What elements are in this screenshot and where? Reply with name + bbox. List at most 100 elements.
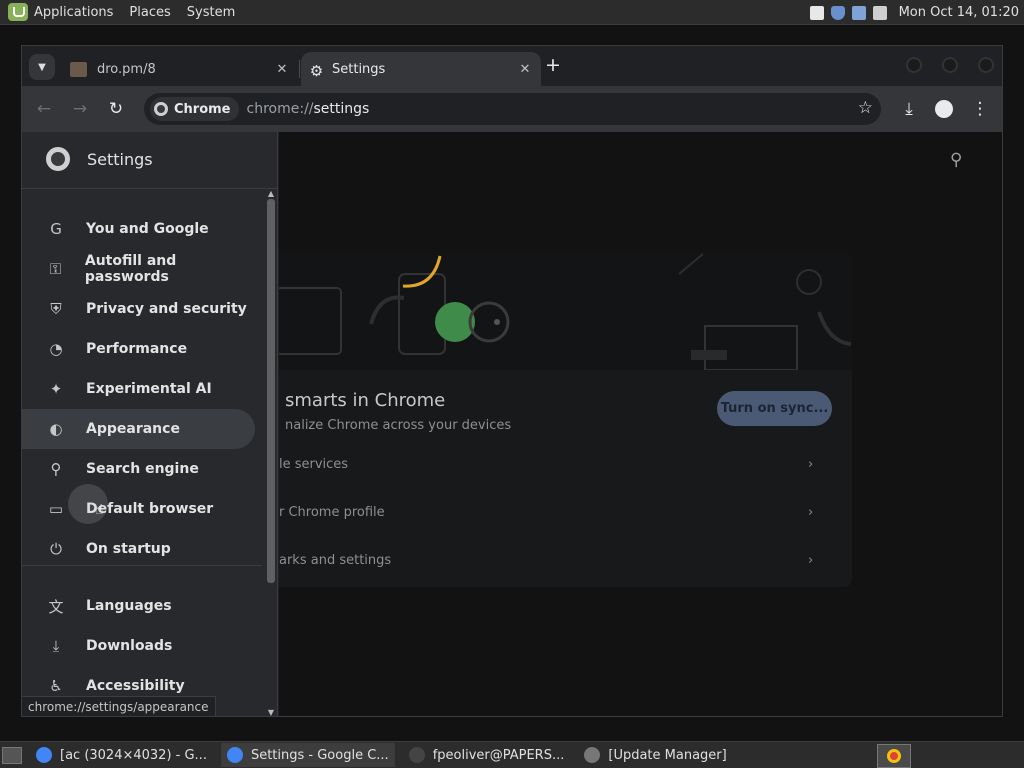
tab-dro[interactable]: dro.pm/8 ✕ <box>62 52 298 86</box>
toolbar: ← → ↻ Chrome chrome://settings ☆ ⤓ ⋮ <box>22 86 1002 132</box>
address-bar[interactable]: Chrome chrome://settings ☆ <box>144 93 881 125</box>
chrome-logo-icon <box>46 147 70 171</box>
scroll-thumb[interactable] <box>267 199 275 583</box>
bookmark-star-icon[interactable]: ☆ <box>858 98 873 118</box>
row-label: arks and settings <box>279 552 392 568</box>
settings-title: Settings <box>87 150 153 169</box>
tab-settings[interactable]: ⚙ Settings ✕ <box>301 52 541 86</box>
chrome-chip[interactable]: Chrome <box>150 97 239 121</box>
reload-button[interactable]: ↻ <box>103 96 129 122</box>
sidebar-item-performance[interactable]: ◔ Performance <box>22 329 255 369</box>
sidebar-item-privacy-and-security[interactable]: ⛨ Privacy and security <box>22 289 255 329</box>
card-title: smarts in Chrome <box>285 390 446 411</box>
chevron-right-icon: › <box>808 504 814 520</box>
speedometer-icon: ◔ <box>49 340 63 358</box>
settings-row[interactable]: le services › <box>279 440 852 488</box>
tab-search-button[interactable]: ▼ <box>29 54 55 80</box>
settings-row[interactable]: arks and settings › <box>279 536 852 584</box>
chip-label: Chrome <box>174 101 231 117</box>
google-icon: G <box>50 220 62 238</box>
browser-window: ▼ dro.pm/8 ✕ ⚙ Settings ✕ + ← → ↻ Chrome… <box>21 45 1003 717</box>
volume-icon[interactable] <box>872 5 887 20</box>
task-label: [ac (3024×4032) - G... <box>60 747 207 763</box>
maximize-button[interactable] <box>942 57 958 73</box>
sidebar-item-autofill-and-passwords[interactable]: ⚿ Autofill and passwords <box>22 249 255 289</box>
close-window-button[interactable] <box>978 57 994 73</box>
chrome-icon <box>154 102 168 116</box>
sidebar-item-appearance[interactable]: ◐ Appearance <box>22 409 255 449</box>
turn-on-sync-button[interactable]: Turn on sync... <box>717 391 832 426</box>
taskbar-task[interactable]: fpeoliver@PAPERS... <box>403 743 571 767</box>
mint-menu-icon[interactable] <box>8 3 28 21</box>
task-label: fpeoliver@PAPERS... <box>432 747 565 763</box>
notification-icon[interactable] <box>809 5 824 20</box>
tab-separator <box>299 60 300 78</box>
app-icon <box>36 747 52 763</box>
app-icon <box>584 747 601 763</box>
sync-illustration <box>279 252 852 370</box>
illustration-svg <box>279 253 852 370</box>
new-tab-button[interactable]: + <box>542 55 564 77</box>
sync-card: smarts in Chrome nalize Chrome across yo… <box>279 252 852 587</box>
sidebar-item-default-browser[interactable]: ▭ Default browser <box>22 489 255 529</box>
sidebar-item-label: Downloads <box>86 638 173 654</box>
close-icon[interactable]: ✕ <box>272 62 292 77</box>
taskbar-task[interactable]: Settings - Google C... <box>220 743 395 767</box>
sidebar-item-experimental-ai[interactable]: ✦ Experimental AI <box>22 369 255 409</box>
forward-button[interactable]: → <box>67 96 93 122</box>
sidebar-item-label: Languages <box>86 598 172 614</box>
system-tray: Mon Oct 14, 01:20 <box>803 0 1024 25</box>
task-label: Settings - Google C... <box>250 747 389 763</box>
sidebar-item-languages[interactable]: 文 Languages <box>22 586 255 626</box>
url-text[interactable]: chrome://settings <box>247 101 370 117</box>
translate-icon: 文 <box>48 597 64 616</box>
workspace-switcher[interactable] <box>877 744 911 768</box>
back-button[interactable]: ← <box>31 96 57 122</box>
sidebar-item-label: Accessibility <box>86 678 185 694</box>
scroll-up-icon[interactable]: ▲ <box>267 189 275 198</box>
key-icon: ⚿ <box>49 260 62 278</box>
show-desktop-button[interactable] <box>2 746 22 764</box>
sidebar-item-label: Appearance <box>86 421 180 437</box>
gear-icon: ⚙ <box>309 61 324 80</box>
shield-icon[interactable] <box>830 5 845 20</box>
chevron-right-icon: › <box>808 456 814 472</box>
sidebar-item-search-engine[interactable]: ⚲ Search engine <box>22 449 255 489</box>
clock[interactable]: Mon Oct 14, 01:20 <box>899 5 1019 20</box>
top-panel: Applications Places System Mon Oct 14, 0… <box>0 0 1024 25</box>
minimize-button[interactable] <box>906 57 922 73</box>
taskbar-task[interactable]: [ac (3024×4032) - G... <box>30 743 213 767</box>
power-icon: ⏻ <box>50 540 62 558</box>
menu-kebab-icon[interactable]: ⋮ <box>967 96 993 122</box>
palette-icon: ◐ <box>49 420 63 438</box>
network-icon[interactable] <box>851 5 866 20</box>
taskbar-task[interactable]: [Update Manager] <box>578 743 732 767</box>
menu-applications[interactable]: Applications <box>34 5 113 20</box>
app-icon <box>408 747 425 763</box>
sidebar-item-you-and-google[interactable]: G You and Google <box>22 209 255 249</box>
close-icon[interactable]: ✕ <box>515 62 535 77</box>
task-list: [ac (3024×4032) - G... Settings - Google … <box>22 743 733 767</box>
profile-icon[interactable] <box>931 96 957 122</box>
chrome-icon <box>887 749 901 763</box>
download-icon[interactable]: ⤓ <box>896 96 922 122</box>
settings-main: ⚲ smarts in Chrome nalize Chrome across … <box>279 132 1002 716</box>
sidebar-scrollbar[interactable]: ▲ ▼ <box>265 189 277 716</box>
search-icon: ⚲ <box>50 460 62 478</box>
sidebar-item-on-startup[interactable]: ⏻ On startup <box>22 529 255 569</box>
settings-row[interactable]: r Chrome profile › <box>279 488 852 536</box>
sidebar-item-label: On startup <box>86 541 171 557</box>
tab-title: dro.pm/8 <box>97 61 156 77</box>
sparkle-icon: ✦ <box>49 380 63 398</box>
shield-icon: ⛨ <box>50 300 62 318</box>
chevron-down-icon: ▼ <box>38 61 46 73</box>
tab-title: Settings <box>332 61 386 77</box>
status-bubble: chrome://settings/appearance <box>21 696 216 717</box>
accessibility-icon: ♿ <box>49 677 63 695</box>
menu-system[interactable]: System <box>187 5 235 20</box>
sidebar-item-downloads[interactable]: ⤓ Downloads <box>22 626 255 666</box>
hand-cursor-icon: ☝ <box>95 502 104 518</box>
scroll-down-icon[interactable]: ▼ <box>267 708 275 716</box>
menu-places[interactable]: Places <box>129 5 170 20</box>
search-icon[interactable]: ⚲ <box>950 150 962 170</box>
